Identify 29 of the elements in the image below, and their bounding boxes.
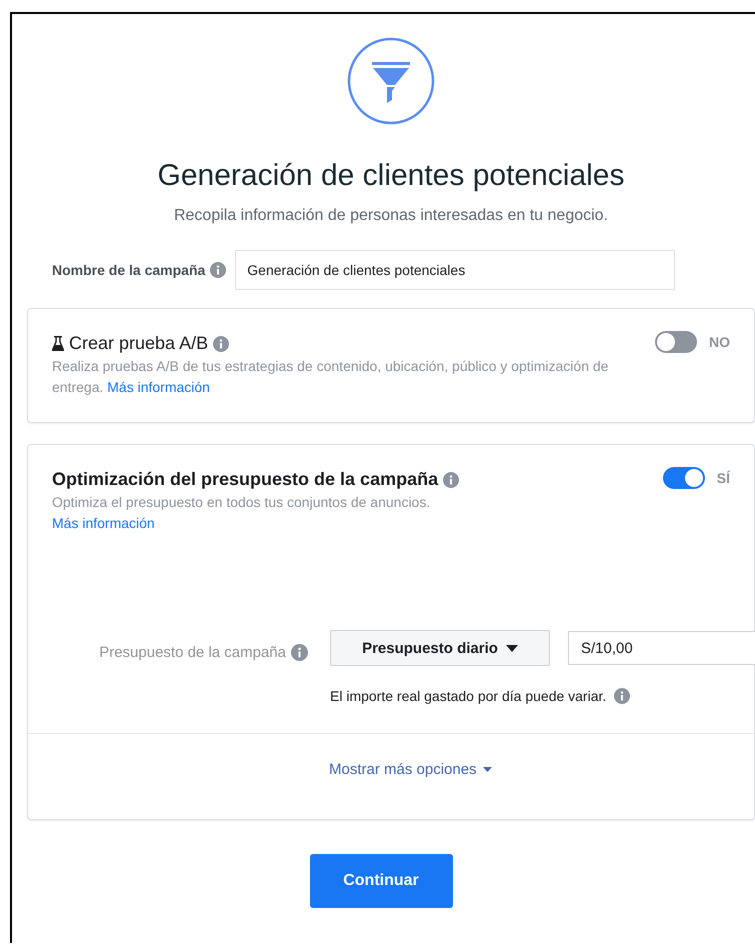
- caret-icon: [482, 767, 492, 772]
- funnel-icon: [347, 37, 435, 125]
- section-description: Optimiza el presupuesto en todos tus conjuntos de anuncios. Más información: [52, 493, 432, 533]
- info-icon: [443, 472, 460, 488]
- more-info-link[interactable]: Más información: [107, 379, 210, 395]
- flask-icon: [52, 336, 64, 351]
- budget-note: El importe real gastado por día puede variar.: [330, 688, 606, 704]
- toggle-switch[interactable]: [655, 331, 697, 353]
- toggle-label: SÍ: [716, 470, 730, 486]
- info-icon: [291, 644, 308, 660]
- section-description: Realiza pruebas A/B de tus estrategias de contenido, ubicación, público y optimización de entrega. Más información: [52, 357, 610, 397]
- caret-icon: [506, 644, 518, 652]
- continue-button[interactable]: Continuar: [310, 854, 452, 908]
- campaign-name-field[interactable]: Generación de clientes potenciales: [235, 250, 676, 290]
- budget-label: Presupuesto de la campaña: [99, 644, 286, 660]
- info-icon: [210, 262, 226, 278]
- page-title: Generación de clientes potenciales: [156, 159, 626, 193]
- show-more-options-link[interactable]: Mostrar más opciones: [329, 761, 492, 778]
- budget-type-dropdown[interactable]: Presupuesto diario: [330, 630, 550, 666]
- info-icon: [213, 336, 230, 352]
- section-title: Optimización del presupuesto de la campaña: [52, 469, 438, 490]
- budget-amount-field[interactable]: S/10,00: [568, 631, 755, 665]
- section-title: Crear prueba A/B: [69, 333, 208, 354]
- page-subtitle: Recopila información de personas interesadas en tu negocio.: [172, 207, 610, 225]
- toggle-label: NO: [709, 334, 730, 350]
- campaign-name-label: Nombre de la campaña: [52, 262, 206, 278]
- more-info-link[interactable]: Más información: [52, 515, 155, 531]
- toggle-switch[interactable]: [662, 467, 705, 489]
- info-icon: [614, 688, 630, 704]
